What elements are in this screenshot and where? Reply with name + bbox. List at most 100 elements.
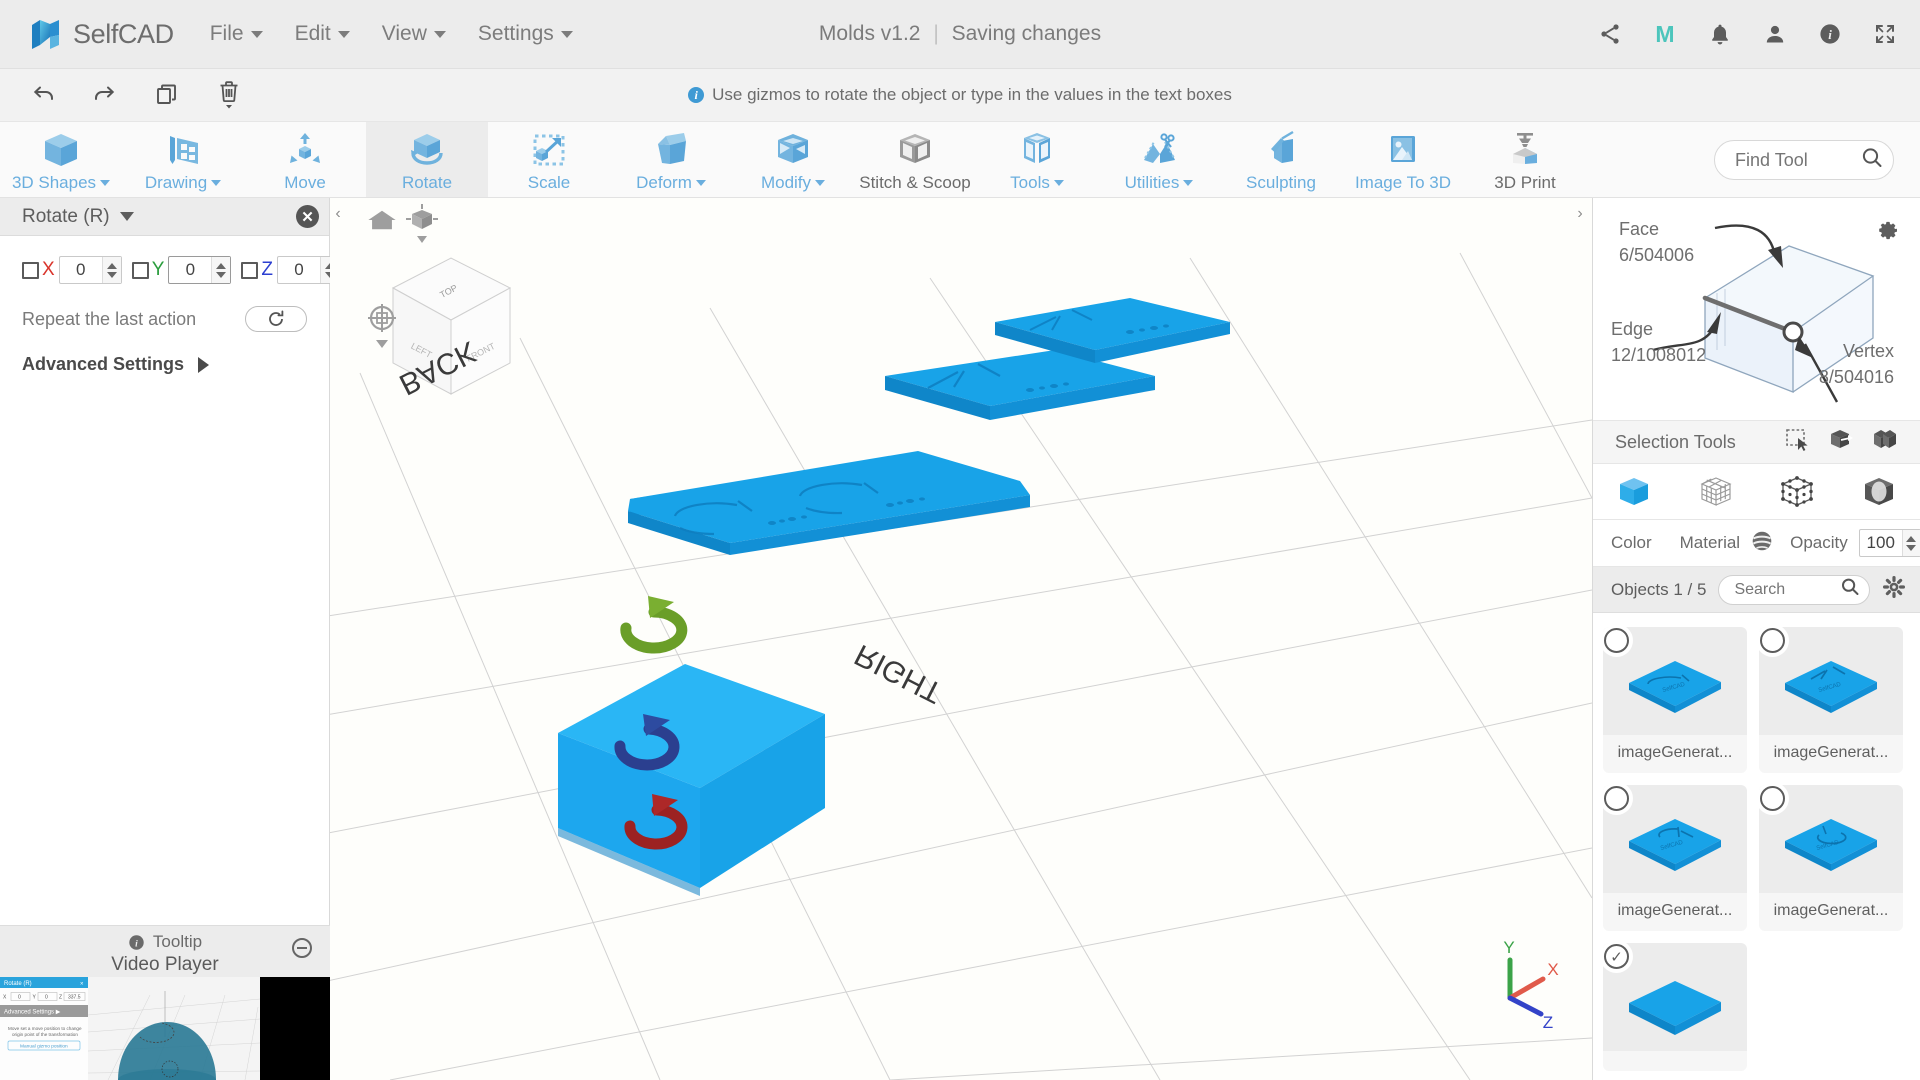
- menu-view[interactable]: View: [382, 22, 446, 46]
- chevron-down-icon[interactable]: [106, 271, 117, 278]
- tooltip-video-player[interactable]: Rotate (R) × 0 0 337.5 XYZ Advanced Settin…: [0, 977, 330, 1080]
- object-name: imageGenerat...: [1617, 744, 1733, 761]
- notifications-bell-icon[interactable]: [1707, 21, 1733, 47]
- chevron-down-icon[interactable]: [1906, 544, 1917, 551]
- object-card[interactable]: SelfCAD imageGenerat...: [1759, 785, 1903, 931]
- chevron-down-icon: [337, 30, 350, 38]
- face-mode-icon[interactable]: [1694, 470, 1738, 514]
- tool-image-to-3d-label-wrap: Image To 3D: [1355, 173, 1451, 193]
- object-card[interactable]: SelfCAD imageGenerat...: [1603, 627, 1747, 773]
- tool-rotate[interactable]: Rotate: [366, 122, 488, 197]
- chevron-down-icon[interactable]: [119, 212, 134, 221]
- object-mode-icon[interactable]: [1612, 470, 1656, 514]
- tool-modify[interactable]: Modify: [732, 122, 854, 197]
- vertex-mode-icon[interactable]: [1775, 470, 1819, 514]
- object-thumbnail[interactable]: SelfCAD: [1759, 785, 1903, 893]
- svg-text:0: 0: [18, 995, 21, 1001]
- redo-icon[interactable]: [88, 78, 122, 112]
- share-icon[interactable]: [1597, 21, 1623, 47]
- tool-label: Utilities: [1124, 172, 1180, 192]
- 3d-viewport[interactable]: TOP LEFT FRONT BACK RIGHT Y X Z: [330, 198, 1592, 1080]
- object-thumbnail[interactable]: SelfCAD: [1603, 785, 1747, 893]
- tool-label: Modify: [760, 172, 812, 192]
- object-card[interactable]: SelfCAD imageGenerat...: [1603, 785, 1747, 931]
- tool-drawing[interactable]: Drawing: [122, 122, 244, 197]
- chevron-down-icon: [815, 179, 826, 186]
- stitch-scoop-icon: [894, 129, 936, 170]
- brand-logo[interactable]: SelfCAD: [28, 15, 174, 53]
- object-thumbnail[interactable]: SelfCAD: [1603, 627, 1747, 735]
- menu-settings[interactable]: Settings: [478, 22, 573, 46]
- menu-file[interactable]: File: [210, 22, 263, 46]
- menu-edit[interactable]: Edit: [295, 22, 350, 46]
- tool-move[interactable]: Move: [244, 122, 366, 197]
- through-select-icon[interactable]: [1828, 427, 1854, 458]
- user-account-icon[interactable]: [1762, 21, 1788, 47]
- rectangle-select-icon[interactable]: [1784, 427, 1810, 458]
- chevron-up-icon[interactable]: [1906, 535, 1917, 542]
- object-name: imageGenerat...: [1773, 902, 1889, 919]
- objects-settings-gear-icon[interactable]: [1882, 575, 1906, 604]
- axis-z-checkbox[interactable]: [241, 261, 259, 279]
- objects-search-input[interactable]: [1734, 580, 1835, 599]
- undo-icon[interactable]: [26, 78, 60, 112]
- tool-3d-shapes[interactable]: 3D Shapes: [0, 122, 122, 197]
- minimize-icon[interactable]: [292, 938, 312, 958]
- repeat-action-button[interactable]: [245, 306, 307, 332]
- delete-icon[interactable]: [212, 78, 246, 112]
- axis-y-spin-arrows[interactable]: [211, 257, 231, 283]
- m-logo-icon[interactable]: M: [1652, 21, 1678, 47]
- object-card[interactable]: SelfCAD imageGenerat...: [1759, 627, 1903, 773]
- opacity-spin-arrows[interactable]: [1901, 530, 1920, 556]
- object-thumbnail[interactable]: SelfCAD: [1759, 627, 1903, 735]
- tooltip-title: Tooltip: [152, 932, 203, 951]
- tooltip-header: i Tooltip Video Player: [0, 926, 330, 978]
- close-icon[interactable]: ✕: [296, 205, 319, 228]
- viewport-canvas[interactable]: TOP LEFT FRONT BACK RIGHT Y X Z: [330, 198, 1592, 1080]
- object-card[interactable]: ✓: [1603, 943, 1747, 1071]
- search-icon[interactable]: [1859, 145, 1885, 176]
- find-tool-input[interactable]: [1735, 149, 1855, 171]
- material-sphere-icon[interactable]: [1751, 530, 1773, 557]
- axis-x-checkbox[interactable]: [22, 261, 39, 279]
- tool-tools-label-wrap: Tools: [1010, 173, 1064, 193]
- axis-x-input[interactable]: [59, 260, 102, 280]
- axis-y-checkbox[interactable]: [131, 261, 149, 279]
- copy-icon[interactable]: [150, 78, 184, 112]
- objects-search-box[interactable]: [1718, 574, 1870, 605]
- object-thumbnail[interactable]: ✓: [1603, 943, 1747, 1051]
- main-toolbar: 3D Shapes Drawing Move Rotate Scale Defo…: [0, 122, 1920, 198]
- axis-y-input[interactable]: [169, 260, 212, 280]
- collapse-left-panel-icon[interactable]: ‹: [331, 203, 345, 225]
- tool-scale[interactable]: Scale: [488, 122, 610, 197]
- chevron-up-icon[interactable]: [106, 262, 117, 269]
- search-icon[interactable]: [1839, 576, 1861, 603]
- chevron-right-icon: [198, 356, 210, 373]
- collapse-right-panel-icon[interactable]: ›: [1573, 203, 1587, 225]
- find-tool-search[interactable]: [1714, 140, 1894, 180]
- opacity-stepper[interactable]: [1858, 529, 1920, 557]
- opacity-input[interactable]: [1859, 533, 1902, 553]
- tool-tools[interactable]: Tools: [976, 122, 1098, 197]
- chevron-down-icon[interactable]: [216, 271, 227, 278]
- split-select-icon[interactable]: [1872, 427, 1898, 458]
- object-name: [1603, 1051, 1747, 1071]
- fullscreen-icon[interactable]: [1872, 21, 1898, 47]
- axis-y-stepper[interactable]: [168, 256, 232, 284]
- tool-deform[interactable]: Deform: [610, 122, 732, 197]
- tool-utilities[interactable]: Utilities: [1098, 122, 1220, 197]
- tool-stitch-scoop[interactable]: Stitch & Scoop: [854, 122, 976, 197]
- selection-tools-row: Selection Tools: [1593, 420, 1920, 464]
- tool-3d-print[interactable]: 3D Print: [1464, 122, 1586, 197]
- axis-x-spin-arrows[interactable]: [101, 257, 121, 283]
- tool-sculpting[interactable]: Sculpting: [1220, 122, 1342, 197]
- chevron-up-icon[interactable]: [216, 262, 227, 269]
- rotate-panel-title-wrap[interactable]: Rotate (R): [22, 206, 134, 228]
- tool-image-to-3d[interactable]: Image To 3D: [1342, 122, 1464, 197]
- edge-mode-icon[interactable]: [1857, 470, 1901, 514]
- advanced-settings-toggle[interactable]: Advanced Settings: [0, 332, 329, 375]
- axis-x-stepper[interactable]: [58, 256, 122, 284]
- axis-z-input[interactable]: [277, 260, 320, 280]
- info-icon[interactable]: i: [1817, 21, 1843, 47]
- menu-settings-label: Settings: [477, 22, 554, 45]
